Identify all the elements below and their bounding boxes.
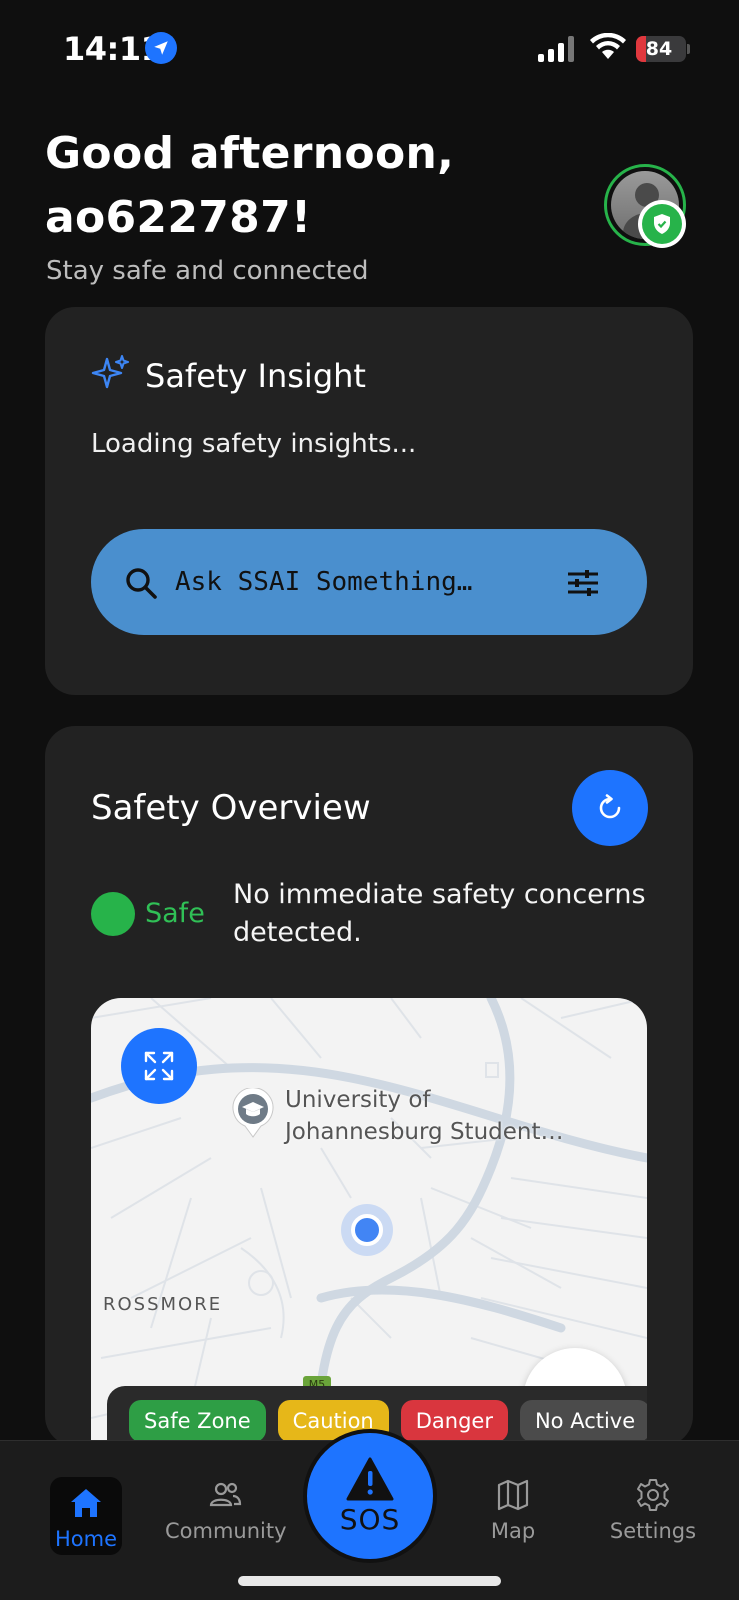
safety-status-label: Safe (145, 898, 205, 929)
wifi-icon (590, 33, 626, 59)
refresh-icon (599, 794, 621, 819)
legend-no-active[interactable]: No Active (519, 1400, 647, 1442)
safety-map[interactable]: University of Johannesburg Student… ROSS… (91, 998, 647, 1446)
sparkle-icon (91, 355, 129, 389)
home-indicator (238, 1576, 501, 1586)
safety-insight-card: Safety Insight Loading safety insights..… (45, 307, 693, 695)
tab-home[interactable]: Home (50, 1477, 122, 1555)
cellular-signal-icon (538, 36, 578, 62)
university-label-line1: University of (285, 1087, 431, 1113)
community-icon (209, 1482, 242, 1507)
battery-tip (687, 44, 690, 54)
legend-danger[interactable]: Danger (400, 1400, 508, 1442)
sos-button[interactable]: SOS (303, 1429, 437, 1563)
battery-level: 84 (645, 38, 673, 60)
filter-sliders-icon[interactable] (565, 565, 601, 601)
refresh-button[interactable] (572, 770, 648, 846)
tab-map-label: Map (490, 1519, 536, 1543)
gear-icon (637, 1479, 669, 1511)
search-icon (126, 568, 157, 599)
university-label-line2: Johannesburg Student… (285, 1119, 564, 1145)
legend-safe-zone[interactable]: Safe Zone (129, 1400, 266, 1442)
tab-settings[interactable]: Settings (593, 1477, 713, 1543)
safety-insight-text: Loading safety insights... (91, 429, 417, 459)
greeting-subtitle: Stay safe and connected (46, 256, 369, 286)
current-location-dot (351, 1214, 383, 1246)
ask-ssai-input[interactable]: Ask SSAI Something… (175, 567, 472, 597)
verified-shield-icon (638, 200, 686, 248)
safety-status-dot (91, 892, 135, 936)
warning-icon (346, 1457, 394, 1500)
map-icon (497, 1479, 529, 1511)
safety-status-description: No immediate safety concerns detected. (233, 879, 646, 948)
sos-label: SOS (339, 1502, 401, 1536)
expand-icon (144, 1051, 174, 1081)
safety-overview-card: Safety Overview Safe No immediate safety… (45, 726, 693, 1446)
home-icon (71, 1489, 101, 1517)
battery-icon: 84 (636, 36, 686, 62)
location-arrow-icon (145, 32, 177, 64)
tab-community-label: Community (165, 1519, 287, 1543)
ask-ssai-search-bar[interactable]: Ask SSAI Something… (91, 529, 647, 635)
university-pin-icon[interactable] (231, 1088, 275, 1138)
area-label: ROSSMORE (103, 1294, 223, 1315)
tab-settings-label: Settings (609, 1519, 697, 1543)
university-label: University of Johannesburg Student… (285, 1084, 564, 1148)
tab-community[interactable]: Community (165, 1477, 287, 1543)
tab-home-label: Home (54, 1527, 117, 1551)
status-bar: 14:11 84 (0, 0, 739, 100)
safety-insight-title: Safety Insight (145, 357, 366, 395)
safety-overview-title: Safety Overview (91, 788, 371, 828)
greeting-title: Good afternoon, ao622787! (45, 128, 455, 243)
expand-map-button[interactable] (121, 1028, 197, 1104)
tab-map[interactable]: Map (453, 1477, 573, 1543)
